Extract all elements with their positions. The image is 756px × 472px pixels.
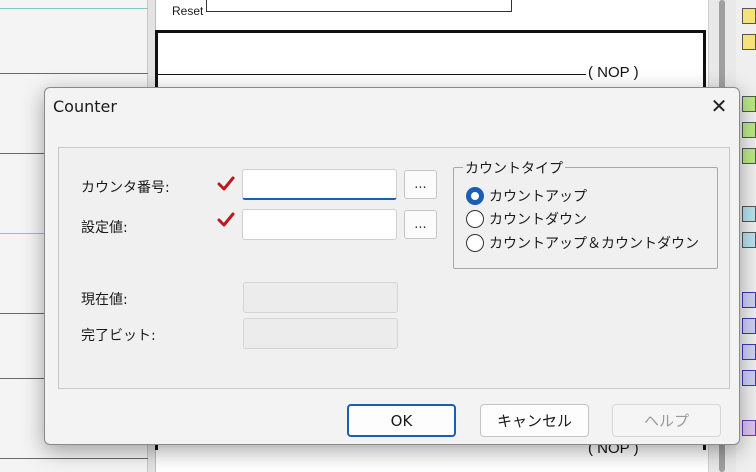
close-icon: ✕	[710, 94, 728, 118]
pane-row-divider	[0, 73, 148, 74]
cancel-button[interactable]: キャンセル	[480, 404, 589, 437]
counter-number-input[interactable]	[242, 169, 397, 200]
reset-label: Reset	[172, 4, 204, 18]
palette-swatch[interactable]	[742, 122, 756, 138]
close-button[interactable]: ✕	[707, 94, 731, 118]
palette-swatch[interactable]	[742, 318, 756, 334]
palette-swatch[interactable]	[742, 344, 756, 360]
palette-swatch[interactable]	[742, 206, 756, 222]
preset-value-browse-button[interactable]: ...	[404, 210, 437, 239]
radio-count-up[interactable]: カウントアップ	[466, 186, 587, 206]
done-bit-field	[243, 318, 398, 349]
required-check-icon	[217, 212, 235, 227]
palette-swatch[interactable]	[742, 370, 756, 386]
radio-count-down-label: カウントダウン	[489, 212, 587, 228]
palette-swatch[interactable]	[742, 232, 756, 248]
current-value-label: 現在値:	[81, 292, 128, 308]
help-button[interactable]: ヘルプ	[612, 404, 721, 437]
counter-number-browse-button[interactable]: ...	[404, 170, 437, 199]
palette-swatch[interactable]	[742, 96, 756, 112]
radio-count-up-and-down[interactable]: カウントアップ＆カウントダウン	[466, 233, 699, 253]
done-bit-label: 完了ビット:	[81, 328, 156, 344]
radio-unselected-icon	[466, 234, 484, 252]
radio-selected-icon	[466, 187, 484, 205]
radio-count-up-label: カウントアップ	[489, 189, 587, 205]
pane-row-divider	[0, 8, 148, 9]
rung-wire	[158, 74, 586, 75]
required-check-icon	[217, 176, 235, 191]
palette-swatch[interactable]	[742, 292, 756, 308]
preset-value-label: 設定値:	[81, 220, 128, 236]
radio-count-up-and-down-label: カウントアップ＆カウントダウン	[489, 236, 699, 252]
radio-unselected-icon	[466, 210, 484, 228]
palette-swatch[interactable]	[742, 148, 756, 164]
palette-swatch[interactable]	[742, 420, 756, 436]
dialog-title: Counter	[53, 97, 117, 116]
counter-dialog: Counter ✕ カウンタ番号: ... 設定値: ... 現在値: 完了ビッ…	[44, 87, 740, 445]
pane-row-divider	[0, 458, 148, 459]
current-value-field	[243, 282, 398, 313]
preset-value-input[interactable]	[242, 209, 397, 240]
radio-count-down[interactable]: カウントダウン	[466, 209, 587, 229]
counter-number-label: カウンタ番号:	[81, 180, 170, 196]
palette-swatch[interactable]	[742, 34, 756, 50]
count-type-legend: カウントタイプ	[463, 158, 565, 178]
nop-coil[interactable]: ( NOP )	[588, 64, 639, 81]
palette-swatch[interactable]	[742, 8, 756, 24]
reset-instruction-box	[206, 0, 512, 12]
ok-button[interactable]: OK	[347, 404, 456, 437]
